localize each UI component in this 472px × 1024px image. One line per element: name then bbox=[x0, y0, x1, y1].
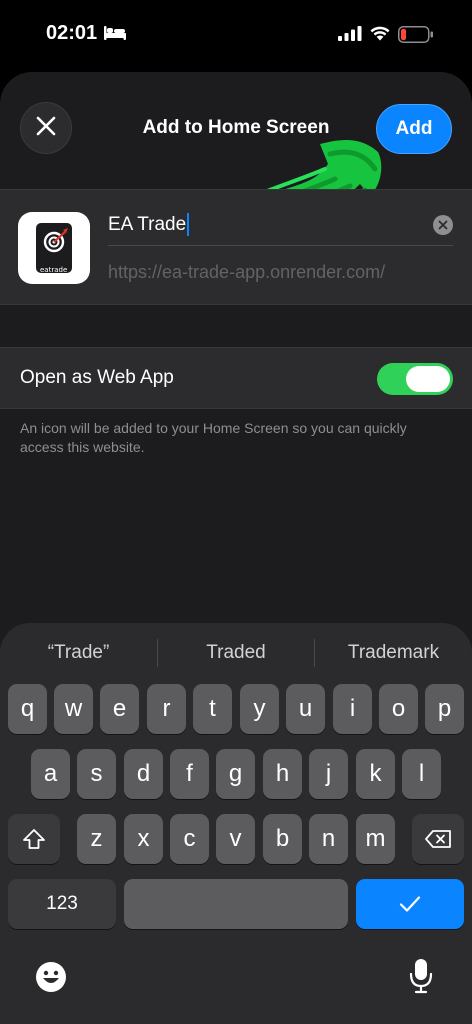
suggestion-bar: “Trade” Traded Trademark bbox=[0, 633, 472, 673]
key-w[interactable]: w bbox=[54, 684, 93, 734]
web-app-toggle[interactable] bbox=[377, 363, 453, 395]
key-f[interactable]: f bbox=[170, 749, 209, 799]
key-p[interactable]: p bbox=[425, 684, 464, 734]
key-l[interactable]: l bbox=[402, 749, 441, 799]
backspace-key[interactable] bbox=[412, 814, 464, 864]
key-j[interactable]: j bbox=[309, 749, 348, 799]
app-info-group: eatrade EA Trade https://ea-trade-app.on… bbox=[0, 189, 472, 305]
key-k[interactable]: k bbox=[356, 749, 395, 799]
key-i[interactable]: i bbox=[333, 684, 372, 734]
key-n[interactable]: n bbox=[309, 814, 348, 864]
key-e[interactable]: e bbox=[100, 684, 139, 734]
wifi-icon bbox=[369, 25, 391, 46]
web-app-toggle-label: Open as Web App bbox=[20, 367, 174, 388]
key-o[interactable]: o bbox=[379, 684, 418, 734]
key-y[interactable]: y bbox=[240, 684, 279, 734]
key-r[interactable]: r bbox=[147, 684, 186, 734]
suggestion-item[interactable]: “Trade” bbox=[0, 633, 157, 673]
app-icon-caption: eatrade bbox=[40, 266, 68, 274]
numbers-key[interactable]: 123 bbox=[8, 879, 116, 929]
status-time: 02:01 bbox=[46, 22, 98, 44]
key-h[interactable]: h bbox=[263, 749, 302, 799]
web-app-description: An icon will be added to your Home Scree… bbox=[20, 420, 407, 455]
app-url: https://ea-trade-app.onrender.com/ bbox=[108, 262, 386, 282]
backspace-icon bbox=[425, 830, 451, 848]
clear-text-button[interactable] bbox=[433, 215, 453, 235]
web-app-toggle-row: Open as Web App bbox=[0, 347, 472, 409]
bed-icon bbox=[104, 26, 126, 45]
suggestion-item[interactable]: Trademark bbox=[315, 633, 472, 673]
toggle-knob bbox=[406, 366, 450, 392]
key-x[interactable]: x bbox=[124, 814, 163, 864]
key-m[interactable]: m bbox=[356, 814, 395, 864]
done-key[interactable] bbox=[356, 879, 464, 929]
key-s[interactable]: s bbox=[77, 749, 116, 799]
cellular-signal-icon bbox=[338, 26, 362, 46]
key-c[interactable]: c bbox=[170, 814, 209, 864]
key-u[interactable]: u bbox=[286, 684, 325, 734]
dictation-button[interactable] bbox=[407, 957, 435, 995]
key-t[interactable]: t bbox=[193, 684, 232, 734]
web-app-icon: eatrade bbox=[18, 212, 90, 284]
suggestion-item[interactable]: Traded bbox=[158, 633, 314, 673]
checkmark-icon bbox=[399, 896, 421, 912]
key-q[interactable]: q bbox=[8, 684, 47, 734]
key-d[interactable]: d bbox=[124, 749, 163, 799]
key-v[interactable]: v bbox=[216, 814, 255, 864]
app-name-field[interactable]: EA Trade bbox=[108, 204, 453, 246]
app-name-value: EA Trade bbox=[108, 213, 187, 235]
status-bar: 02:01 bbox=[0, 0, 472, 70]
emoji-button[interactable] bbox=[34, 960, 68, 994]
key-a[interactable]: a bbox=[31, 749, 70, 799]
key-z[interactable]: z bbox=[77, 814, 116, 864]
clear-x-icon bbox=[438, 220, 448, 230]
key-b[interactable]: b bbox=[263, 814, 302, 864]
space-bar[interactable] bbox=[124, 879, 348, 929]
key-g[interactable]: g bbox=[216, 749, 255, 799]
shift-icon bbox=[23, 829, 45, 849]
emoji-icon bbox=[36, 962, 66, 992]
battery-low-icon bbox=[398, 26, 434, 48]
shift-key[interactable] bbox=[8, 814, 60, 864]
keyboard: “Trade” Traded Trademark q w e r t y u i… bbox=[0, 623, 472, 1024]
text-caret bbox=[187, 213, 190, 236]
microphone-icon bbox=[409, 959, 433, 994]
